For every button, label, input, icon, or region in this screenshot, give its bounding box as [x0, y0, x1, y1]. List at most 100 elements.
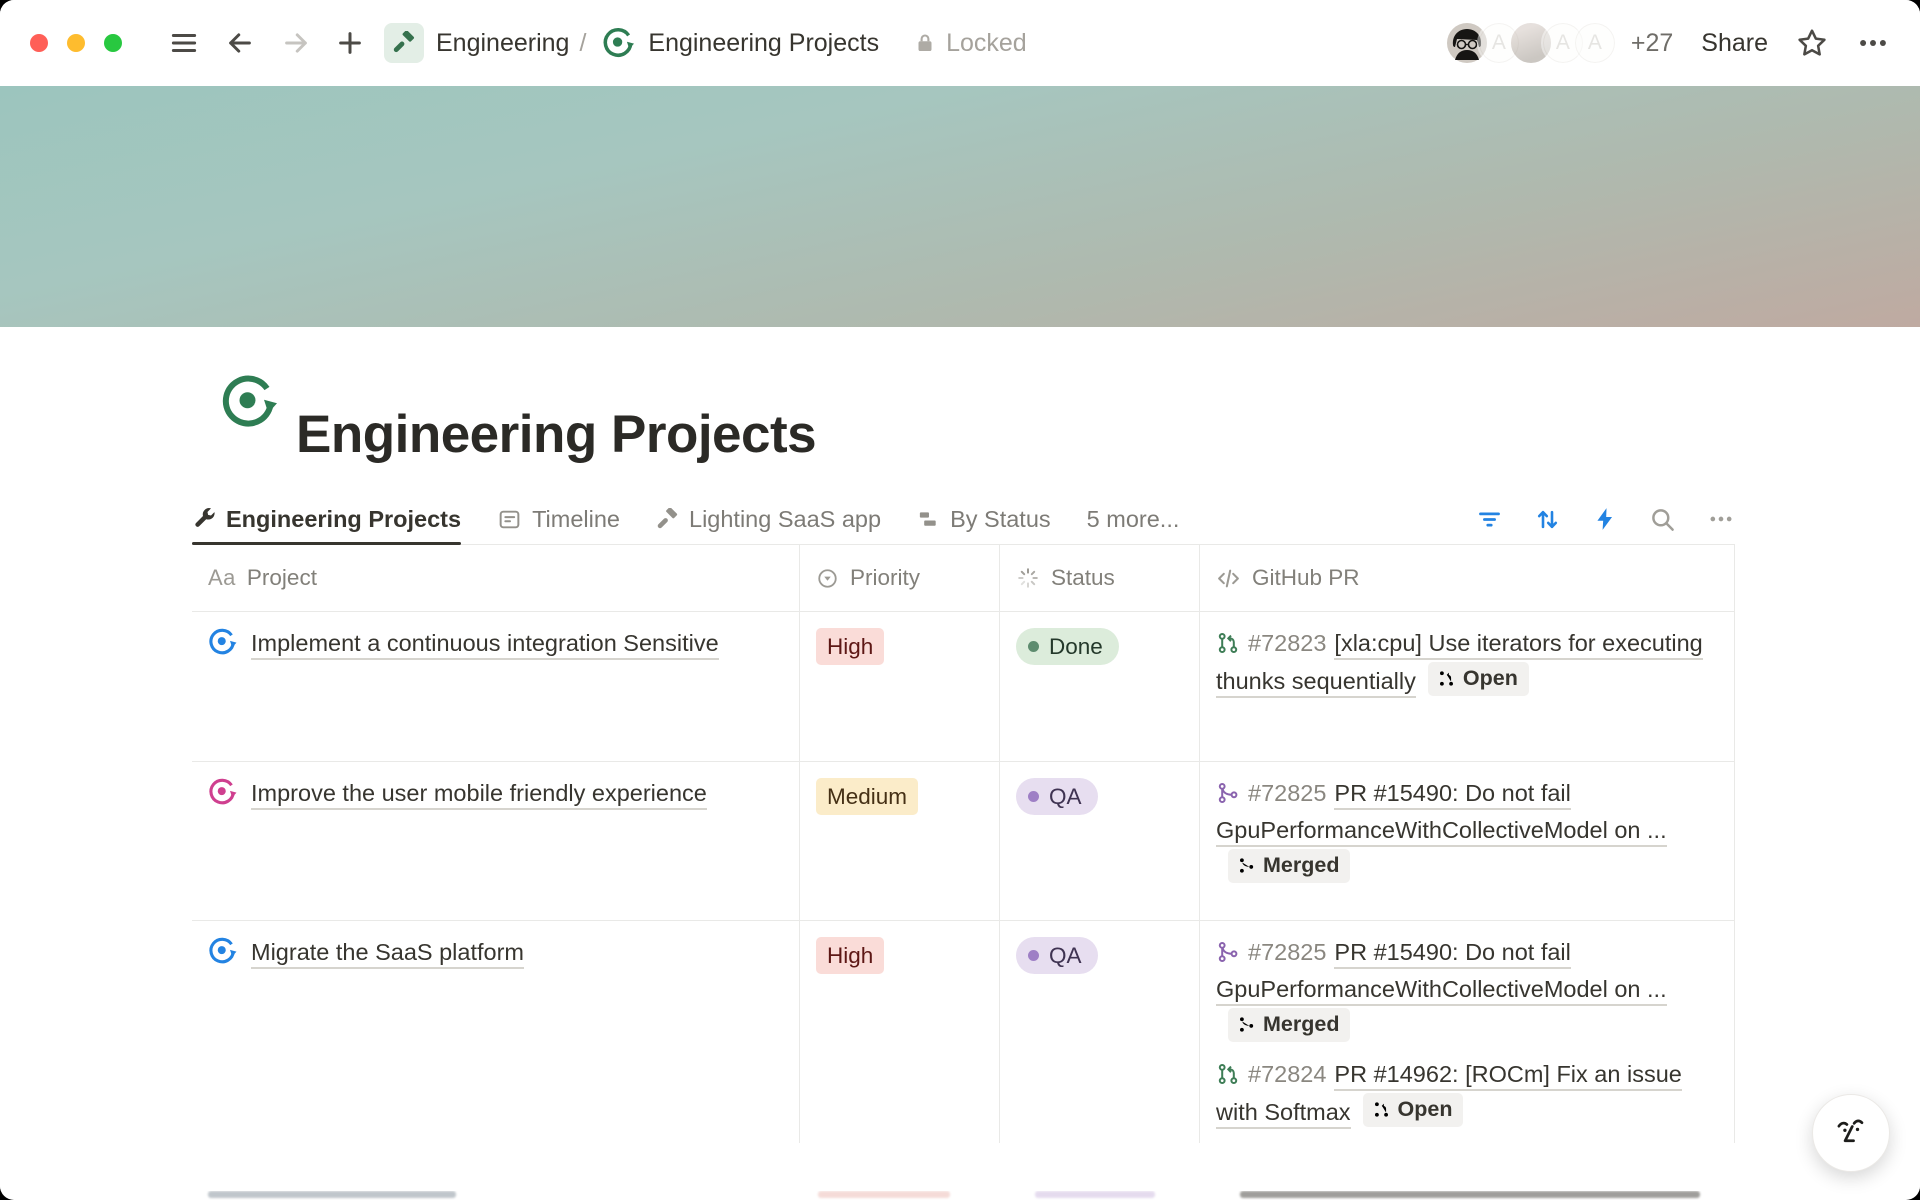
locked-label: Locked	[946, 29, 1027, 58]
pull-request-open-icon	[1216, 629, 1240, 653]
project-title-link[interactable]: Implement a continuous integration Sensi…	[251, 630, 719, 660]
breadcrumb-separator: /	[579, 29, 586, 58]
status-cell[interactable]: QA	[1000, 921, 1200, 1146]
back-icon[interactable]	[220, 23, 260, 63]
close-window-button[interactable]	[30, 34, 48, 52]
spinner-icon	[1016, 566, 1040, 590]
pr-state-chip: Open	[1363, 1093, 1464, 1127]
tab-timeline[interactable]: Timeline	[497, 494, 620, 544]
search-view-button[interactable]	[1649, 506, 1676, 533]
status-dot	[1028, 791, 1039, 802]
avatar-overflow-count[interactable]: +27	[1631, 29, 1673, 58]
pr-state-label: Open	[1398, 1094, 1453, 1125]
tab-lighting-saas-app[interactable]: Lighting SaaS app	[656, 494, 881, 544]
status-badge: QA	[1016, 778, 1098, 815]
pr-entry: #72825PR #15490: Do not fail GpuPerforma…	[1216, 775, 1718, 887]
status-label: QA	[1049, 940, 1082, 971]
partial-row-fragment	[1240, 1191, 1700, 1198]
pr-number: #72823	[1248, 630, 1326, 656]
new-page-plus-icon[interactable]	[330, 23, 370, 63]
status-dot	[1028, 950, 1039, 961]
pr-number: #72825	[1248, 780, 1326, 806]
text-aa-icon: Aa	[208, 565, 236, 591]
notion-ai-button[interactable]	[1812, 1094, 1890, 1172]
column-label: Project	[247, 565, 317, 591]
priority-cell[interactable]: High	[800, 612, 1000, 761]
workspace-hammer-icon[interactable]	[384, 23, 424, 63]
minimize-window-button[interactable]	[67, 34, 85, 52]
share-button[interactable]: Share	[1701, 29, 1768, 58]
priority-badge: High	[816, 937, 884, 974]
view-actions	[1476, 505, 1735, 533]
column-label: Priority	[850, 565, 920, 591]
pr-state-chip: Merged	[1228, 849, 1350, 883]
project-cell[interactable]: Migrate the SaaS platform	[192, 921, 800, 1146]
board-icon	[917, 508, 940, 531]
breadcrumb-workspace[interactable]: Engineering	[436, 29, 569, 58]
pr-entry: #72825PR #15490: Do not fail GpuPerforma…	[1216, 934, 1718, 1046]
page-cycle-icon	[602, 26, 636, 60]
sort-view-button[interactable]	[1534, 506, 1561, 533]
status-cell[interactable]: Done	[1000, 612, 1200, 761]
partial-row-fragment	[818, 1191, 950, 1198]
tab-label: Timeline	[532, 506, 620, 533]
pr-number: #72824	[1248, 1061, 1326, 1087]
hammer-icon	[656, 508, 679, 531]
column-header-github-pr[interactable]: GitHub PR	[1200, 545, 1735, 611]
automations-view-button[interactable]	[1592, 506, 1618, 532]
bottom-overlay-band	[0, 1143, 1920, 1191]
project-cell[interactable]: Implement a continuous integration Sensi…	[192, 612, 800, 761]
page-icon-cycle-arrow[interactable]	[220, 372, 280, 432]
github-pr-cell[interactable]: #72825PR #15490: Do not fail GpuPerforma…	[1200, 762, 1735, 920]
priority-cell[interactable]: High	[800, 921, 1000, 1146]
pr-state-chip: Merged	[1228, 1008, 1350, 1042]
column-header-project[interactable]: Aa Project	[192, 545, 800, 611]
github-pr-cell[interactable]: #72823[xla:cpu] Use iterators for execut…	[1200, 612, 1735, 761]
column-header-status[interactable]: Status	[1000, 545, 1200, 611]
pull-request-merged-icon	[1216, 779, 1240, 803]
project-cycle-icon	[208, 627, 238, 657]
priority-badge: Medium	[816, 778, 918, 815]
forward-icon[interactable]	[276, 23, 316, 63]
pr-state-label: Merged	[1263, 1009, 1339, 1040]
table-row: Improve the user mobile friendly experie…	[192, 761, 1735, 920]
pr-entry: #72823[xla:cpu] Use iterators for execut…	[1216, 625, 1718, 700]
priority-cell[interactable]: Medium	[800, 762, 1000, 920]
tab-5-more[interactable]: 5 more...	[1087, 494, 1180, 544]
breadcrumb-page[interactable]: Engineering Projects	[648, 29, 879, 58]
partial-row-fragment	[1035, 1191, 1155, 1198]
pull-request-merged-icon	[1216, 938, 1240, 962]
column-label: GitHub PR	[1252, 565, 1360, 591]
avatar-letter[interactable]: A	[1573, 21, 1617, 65]
pr-state-label: Open	[1463, 663, 1518, 694]
pr-entry: #72824PR #14962: [ROCm] Fix an issue wit…	[1216, 1056, 1718, 1131]
tab-engineering-projects[interactable]: Engineering Projects	[192, 494, 461, 544]
tab-by-status[interactable]: By Status	[917, 494, 1051, 544]
page-cover-image[interactable]	[0, 86, 1920, 327]
traffic-lights	[30, 34, 122, 52]
sidebar-menu-icon[interactable]	[164, 23, 204, 63]
project-cell[interactable]: Improve the user mobile friendly experie…	[192, 762, 800, 920]
column-label: Status	[1051, 565, 1115, 591]
window-topbar: Engineering / Engineering Projects Locke…	[0, 0, 1920, 86]
pr-state-chip: Open	[1428, 662, 1529, 696]
page-title[interactable]: Engineering Projects	[296, 404, 816, 465]
more-view-button[interactable]	[1707, 505, 1735, 533]
select-circle-icon	[816, 567, 839, 590]
status-label: QA	[1049, 781, 1082, 812]
ai-face-icon	[1830, 1112, 1872, 1154]
github-pr-cell[interactable]: #72825PR #15490: Do not fail GpuPerforma…	[1200, 921, 1735, 1146]
status-cell[interactable]: QA	[1000, 762, 1200, 920]
favorite-star-icon[interactable]	[1796, 27, 1828, 59]
zoom-window-button[interactable]	[104, 34, 122, 52]
more-options-icon[interactable]	[1856, 26, 1890, 60]
filter-view-button[interactable]	[1476, 506, 1503, 533]
wrench-icon	[192, 507, 216, 531]
locked-indicator[interactable]: Locked	[913, 29, 1027, 58]
project-title-link[interactable]: Migrate the SaaS platform	[251, 939, 524, 969]
avatar-stack[interactable]: AAA	[1445, 21, 1617, 65]
tab-label: Lighting SaaS app	[689, 506, 881, 533]
column-header-priority[interactable]: Priority	[800, 545, 1000, 611]
project-title-link[interactable]: Improve the user mobile friendly experie…	[251, 780, 707, 810]
code-icon	[1216, 566, 1241, 591]
